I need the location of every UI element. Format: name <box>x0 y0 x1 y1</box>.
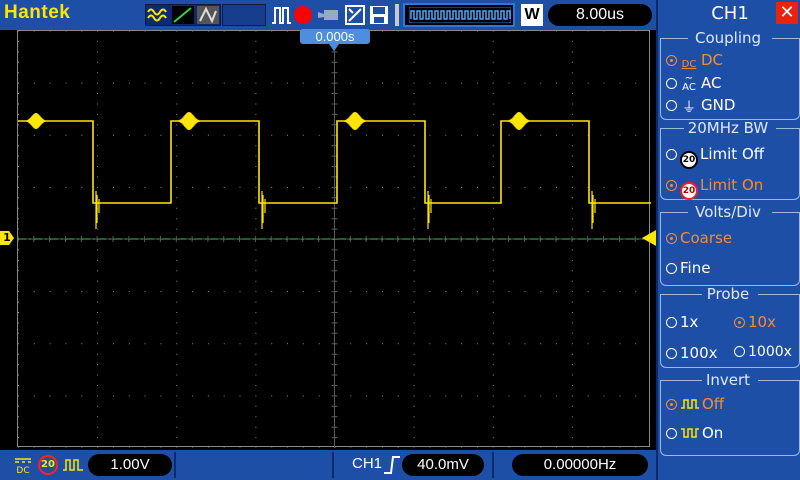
probe-100x-option[interactable]: 100x <box>666 344 718 362</box>
dc-coupling-icon: DC <box>15 458 31 474</box>
volts-coarse-option[interactable]: Coarse <box>666 229 732 247</box>
status-divider <box>332 452 334 478</box>
ch1-side-menu: CH1 ✕ Coupling DC DC ∼ AC AC ⏚ GND 20MHz BW … <box>656 0 800 480</box>
ringing-burst <box>427 191 432 229</box>
radio-icon <box>666 263 677 274</box>
invert-off-option[interactable]: Off <box>666 395 724 413</box>
acquire-mode-group[interactable] <box>145 4 221 26</box>
radio-icon <box>666 100 677 111</box>
waveform-display[interactable] <box>17 30 651 448</box>
radio-icon <box>666 78 677 89</box>
probe-1x-option[interactable]: 1x <box>666 313 698 331</box>
toolbar-divider <box>395 4 399 26</box>
dc-coupling-icon: DC <box>681 59 697 70</box>
invert-on-icon <box>681 428 699 438</box>
bw-20-icon: 20 <box>680 151 698 169</box>
invert-group <box>660 380 800 456</box>
svg-text:DC: DC <box>16 466 29 474</box>
trigger-source-label: CH1 <box>352 455 383 472</box>
bw-limit-off-option[interactable]: 20 Limit Off <box>666 145 764 169</box>
memory-waveform-icon[interactable] <box>403 3 515 27</box>
top-status-bar: Hantek W 8.00us <box>0 0 656 30</box>
camera-icon[interactable] <box>318 8 340 22</box>
frequency-readout: 0.00000Hz <box>512 454 648 476</box>
bw-20-icon: 20 <box>680 182 698 200</box>
radio-selected-icon <box>666 233 677 244</box>
persistence-mode-icon[interactable] <box>197 6 219 24</box>
graticule <box>18 31 651 448</box>
coupling-ac-option[interactable]: ∼ AC AC <box>666 73 721 93</box>
ringing-burst <box>176 112 202 130</box>
waveform-mode-icon[interactable] <box>147 6 169 24</box>
bandwidth-limit-badge: 20 <box>38 455 58 475</box>
ringing-burst <box>261 191 266 229</box>
radio-selected-icon <box>734 317 745 328</box>
trigger-level-readout[interactable]: 40.0mV <box>402 454 484 476</box>
coupling-gnd-option[interactable]: ⏚ GND <box>666 96 735 116</box>
invert-off-icon <box>63 459 83 471</box>
save-icon[interactable] <box>368 4 390 26</box>
radio-selected-icon <box>666 399 677 410</box>
brand-logo: Hantek <box>4 2 71 23</box>
close-icon[interactable]: ✕ <box>776 2 798 24</box>
probe-1000x-option[interactable]: 1000x <box>734 344 792 360</box>
measure-tool-icon[interactable] <box>344 4 366 26</box>
bottom-status-bar: DC 20 1.00V CH1 40.0mV 0.00000Hz <box>0 450 656 480</box>
status-divider <box>174 452 176 478</box>
radio-icon <box>666 149 677 160</box>
ringing-burst <box>25 113 47 129</box>
volts-div-readout[interactable]: 1.00V <box>88 454 172 476</box>
trigger-level-marker[interactable] <box>642 230 656 246</box>
display-mode-slot <box>222 4 266 26</box>
vector-mode-icon[interactable] <box>172 6 194 24</box>
rising-edge-icon <box>384 456 400 474</box>
invert-on-option[interactable]: On <box>666 424 723 442</box>
probe-10x-option[interactable]: 10x <box>734 313 776 331</box>
pulse-trigger-icon[interactable] <box>270 4 292 26</box>
radio-selected-icon <box>666 180 677 191</box>
coupling-dc-option[interactable]: DC DC <box>666 51 723 70</box>
ringing-burst <box>342 112 368 130</box>
ground-icon: ⏚ <box>682 100 696 116</box>
ch1-ground-marker[interactable]: 1 <box>0 231 14 245</box>
timebase-readout[interactable]: 8.00us <box>548 4 652 26</box>
bw-limit-on-option[interactable]: 20 Limit On <box>666 176 763 200</box>
radio-icon <box>666 428 677 439</box>
ringing-bursts <box>25 112 596 229</box>
ringing-burst <box>95 191 100 229</box>
status-divider <box>492 452 494 478</box>
ringing-burst <box>506 112 532 130</box>
radio-icon <box>666 317 677 328</box>
run-stop-icon[interactable] <box>294 6 312 24</box>
radio-icon <box>666 348 677 359</box>
ac-coupling-icon: ∼ AC <box>682 73 696 93</box>
radio-icon <box>734 346 745 357</box>
trigger-position-label[interactable]: 0.000s <box>300 29 370 44</box>
ringing-burst <box>591 191 596 229</box>
radio-selected-icon <box>666 55 677 66</box>
trigger-position-arrow <box>329 44 339 51</box>
volts-fine-option[interactable]: Fine <box>666 259 710 277</box>
invert-off-icon <box>681 399 699 409</box>
waveform-mode-badge[interactable]: W <box>521 4 543 26</box>
